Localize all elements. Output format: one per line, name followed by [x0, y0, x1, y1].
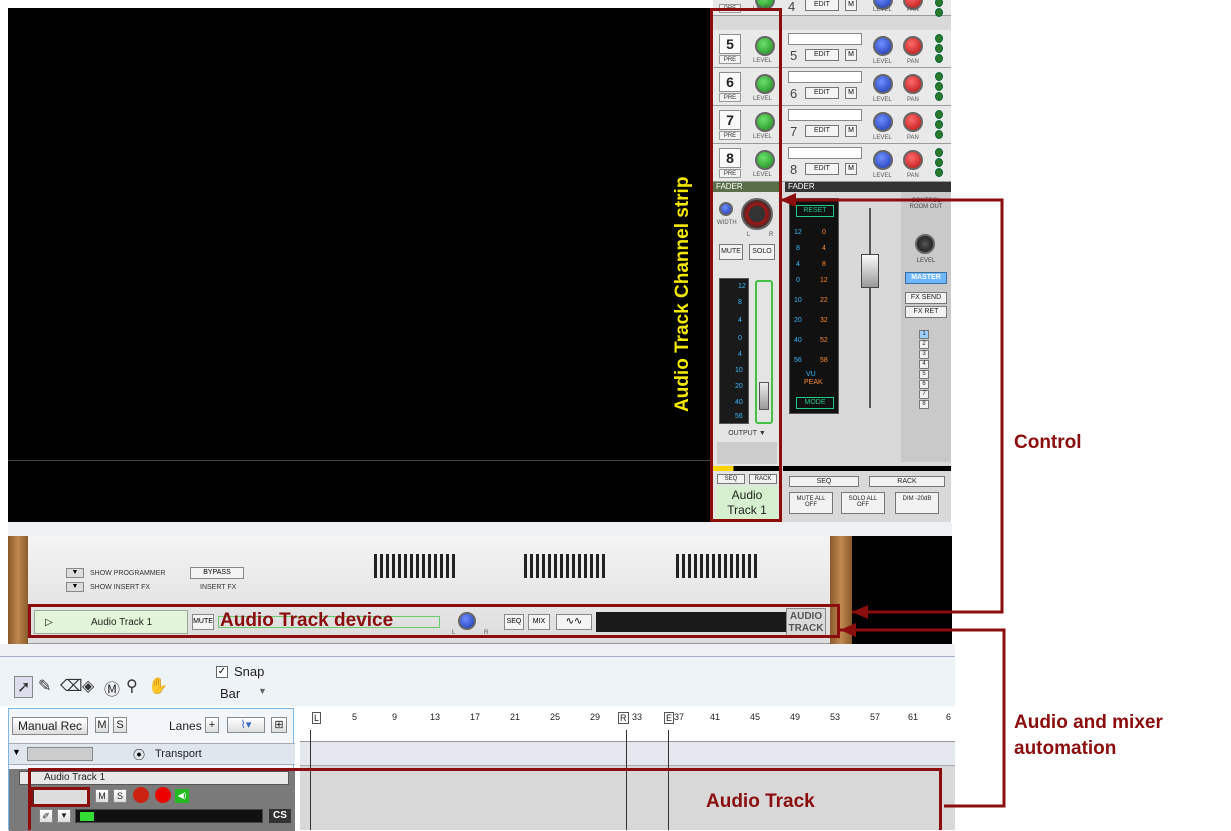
control-connector — [780, 198, 1004, 614]
arrowhead — [840, 623, 856, 637]
arrowhead — [852, 605, 868, 619]
automation-connector — [840, 628, 1006, 808]
arrowhead — [780, 193, 796, 207]
annotation-lines — [780, 193, 1006, 808]
